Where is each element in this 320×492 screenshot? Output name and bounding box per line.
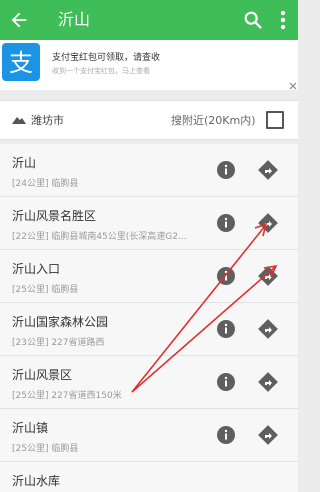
info-icon[interactable]	[216, 266, 236, 286]
list-item[interactable]: 沂山 [24公里] 临朐县	[0, 144, 298, 197]
result-detail: [25公里] 227省道西150米	[12, 391, 122, 401]
result-detail: [24公里] 临朐县	[12, 179, 79, 189]
ad-close-icon[interactable]	[289, 82, 297, 90]
top-bar: 沂山	[0, 0, 298, 40]
result-detail: [22公里] 临朐县城南45公里(长深高速G2...	[12, 232, 187, 242]
directions-icon[interactable]	[258, 319, 278, 339]
ad-title: 支付宝红包可领取，请查收	[52, 53, 161, 63]
ad-banner[interactable]: 支 支付宝红包可领取，请查收 收到一个支付宝红包，马上查看	[0, 40, 298, 90]
result-name: 沂山水库	[12, 474, 61, 488]
list-item[interactable]: 沂山风景名胜区 [22公里] 临朐县城南45公里(长深高速G2...	[0, 197, 298, 250]
list-item[interactable]: 沂山入口 [25公里] 临朐县	[0, 250, 298, 303]
result-detail: [25公里] 临朐县	[12, 285, 79, 295]
ad-subtitle: 收到一个支付宝红包，马上查看	[52, 67, 150, 75]
result-name: 沂山风景区	[12, 368, 73, 382]
list-item[interactable]: 沂山国家森林公园 [23公里] 227省道路西	[0, 303, 298, 356]
search-icon[interactable]	[242, 9, 264, 31]
directions-icon[interactable]	[258, 372, 278, 392]
svg-text:支: 支	[9, 49, 33, 77]
result-name: 沂山	[12, 156, 37, 170]
directions-icon[interactable]	[258, 266, 278, 286]
nearby-label: 搜附近(20Km内)	[171, 114, 256, 127]
back-arrow-icon[interactable]	[8, 9, 30, 31]
result-name: 沂山镇	[12, 421, 49, 435]
info-icon[interactable]	[216, 319, 236, 339]
info-icon[interactable]	[216, 213, 236, 233]
result-name: 沂山风景名胜区	[12, 209, 97, 223]
alipay-logo-icon: 支	[2, 43, 40, 81]
page-title: 沂山	[58, 10, 91, 29]
directions-icon[interactable]	[258, 160, 278, 180]
info-icon[interactable]	[216, 425, 236, 445]
city-label[interactable]: 潍坊市	[31, 112, 64, 128]
info-icon[interactable]	[216, 160, 236, 180]
directions-icon[interactable]	[258, 213, 278, 233]
result-name: 沂山入口	[12, 262, 61, 276]
result-name: 沂山国家森林公园	[12, 315, 109, 329]
list-item[interactable]: 沂山镇 [25公里] 临朐县	[0, 409, 298, 462]
mountain-icon	[12, 117, 26, 124]
info-icon[interactable]	[216, 372, 236, 392]
more-vert-icon[interactable]	[276, 9, 290, 31]
nearby-checkbox[interactable]	[266, 111, 284, 129]
list-item[interactable]: 沂山水库	[0, 462, 298, 492]
list-item[interactable]: 沂山风景区 [25公里] 227省道西150米	[0, 356, 298, 409]
directions-icon[interactable]	[258, 425, 278, 445]
result-detail: [23公里] 227省道路西	[12, 338, 105, 348]
filter-bar: 潍坊市 搜附近(20Km内)	[0, 100, 298, 140]
result-detail: [25公里] 临朐县	[12, 444, 79, 454]
